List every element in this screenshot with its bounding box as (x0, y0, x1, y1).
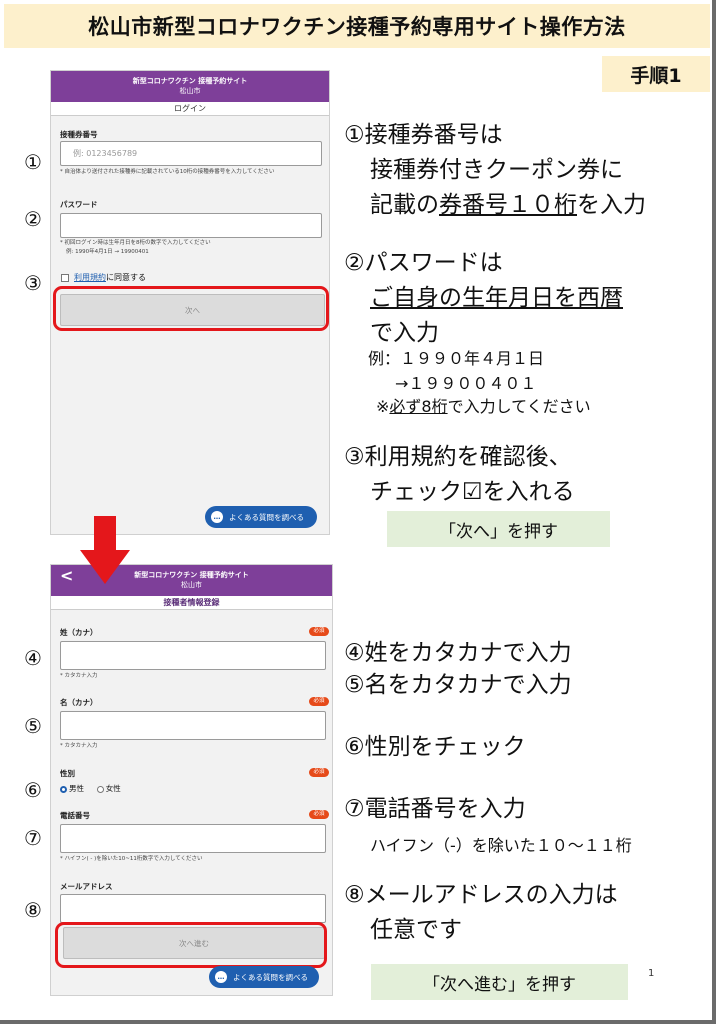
marker-8: ⑧ (24, 898, 42, 922)
instruction-2-line1: ②パスワードは (344, 250, 503, 276)
faq-button[interactable]: … よくある質問を調べる (205, 506, 317, 528)
marker-3: ③ (24, 271, 42, 295)
faq-button-label: よくある質問を調べる (233, 972, 308, 982)
instruction-8-line1: ⑧メールアドレスの入力は (344, 882, 618, 908)
instruction-8-line2: 任意です (370, 917, 462, 943)
app-header-city: 松山市 (179, 87, 201, 95)
highlight-frame (55, 922, 327, 968)
terms-link[interactable]: 利用規約 (74, 273, 106, 282)
marker-2: ② (24, 207, 42, 231)
first-name-input[interactable] (60, 711, 326, 740)
password-note: * 初回ログイン時は生年月日を8桁の数字で入力してください (60, 240, 211, 246)
marker-4: ④ (24, 646, 42, 670)
chat-icon: … (215, 971, 227, 983)
instruction-2-line3: で入力 (370, 320, 439, 346)
ticket-number-input[interactable]: 例: 0123456789 (60, 141, 322, 166)
terms-row: 利用規約に同意する (74, 272, 146, 283)
password-example-note: ※必ず8桁で入力してください (376, 397, 591, 416)
highlight-frame (53, 286, 329, 331)
phone-label: 電話番号 (60, 811, 90, 820)
instruction-2: ②パスワードは ご自身の生年月日を西暦 で入力 (344, 246, 623, 351)
instruction-2-line2: ご自身の生年月日を西暦 (370, 285, 623, 311)
email-input[interactable] (60, 894, 326, 923)
instruction-1-line3: 記載の券番号１０桁を入力 (370, 192, 646, 218)
gender-options: 男性 女性 (60, 783, 121, 794)
instruction-4: ④姓をカタカナで入力 (344, 640, 572, 666)
gender-label: 性別 (60, 769, 75, 778)
app-header-title: 新型コロナワクチン 接種予約サイト (132, 77, 248, 85)
password-input[interactable] (60, 213, 322, 238)
gender-male-radio[interactable] (60, 785, 67, 793)
required-badge: 必須 (309, 810, 329, 819)
faq-button-label: よくある質問を調べる (229, 512, 304, 522)
page-number: 1 (648, 968, 655, 979)
terms-checkbox[interactable] (61, 274, 69, 282)
required-badge: 必須 (309, 627, 329, 636)
app-header: 新型コロナワクチン 接種予約サイト 松山市 (51, 71, 329, 102)
instruction-3-line1: ③利用規約を確認後、 (344, 444, 572, 470)
instruction-5: ⑤名をカタカナで入力 (344, 672, 572, 698)
gender-female-label: 女性 (105, 784, 121, 793)
marker-6: ⑥ (24, 778, 42, 802)
last-name-note: * カタカナ入力 (60, 673, 98, 679)
last-name-label: 姓（カナ） (60, 628, 98, 637)
ticket-number-note: * 自治体より送付された接種券に記載されている10桁の接種券番号を入力してくださ… (60, 169, 275, 175)
faq-button[interactable]: … よくある質問を調べる (209, 966, 319, 988)
instruction-1-line2: 接種券付きクーポン券に (370, 157, 623, 183)
password-example-line2: →１９９００４０１ (395, 374, 537, 393)
page-title: 松山市新型コロナワクチン接種予約専用サイト操作方法 (4, 4, 710, 48)
login-subheader: ログイン (51, 102, 329, 116)
password-label: パスワード (60, 200, 98, 209)
ticket-number-label: 接種券番号 (60, 130, 98, 139)
login-screen: 新型コロナワクチン 接種予約サイト 松山市 ログイン 接種券番号 例: 0123… (50, 70, 330, 535)
press-proceed-label: 「次へ進む」を押す (371, 964, 628, 1000)
instruction-1-line1: ①接種券番号は (344, 122, 503, 148)
email-label: メールアドレス (60, 882, 113, 891)
instruction-3: ③利用規約を確認後、 チェック☑を入れる (344, 440, 575, 510)
chat-icon: … (211, 511, 223, 523)
password-example: 例: 1990年4月1日 → 19900401 (66, 249, 149, 255)
first-name-label: 名（カナ） (60, 698, 98, 707)
required-badge: 必須 (309, 697, 329, 706)
step-label: 手順1 (602, 56, 710, 92)
instruction-1: ①接種券番号は 接種券付きクーポン券に 記載の券番号１０桁を入力 (344, 118, 646, 223)
marker-7: ⑦ (24, 826, 42, 850)
phone-input[interactable] (60, 824, 326, 853)
last-name-input[interactable] (60, 641, 326, 670)
instruction-7: ⑦電話番号を入力 (344, 796, 526, 822)
down-arrow-icon (80, 516, 130, 584)
back-icon[interactable]: < (60, 568, 73, 584)
phone-note: * ハイフン( - )を除いた10~11桁数字で入力してください (60, 856, 203, 862)
registration-screen: < 新型コロナワクチン 接種予約サイト 松山市 接種者情報登録 姓（カナ） 必須… (50, 564, 333, 996)
password-example-line1: 例：１９９０年４月１日 (368, 349, 545, 368)
first-name-note: * カタカナ入力 (60, 743, 98, 749)
registration-subheader: 接種者情報登録 (51, 596, 332, 610)
instruction-6: ⑥性別をチェック (344, 734, 526, 760)
marker-1: ① (24, 150, 42, 174)
instruction-page: 松山市新型コロナワクチン接種予約専用サイト操作方法 手順1 新型コロナワクチン … (0, 0, 716, 1024)
press-next-label: 「次へ」を押す (387, 511, 610, 547)
required-badge: 必須 (309, 768, 329, 777)
marker-5: ⑤ (24, 714, 42, 738)
instruction-8: ⑧メールアドレスの入力は 任意です (344, 878, 618, 948)
gender-male-label: 男性 (69, 784, 84, 793)
terms-text: に同意する (106, 273, 146, 282)
instruction-7-note: ハイフン（-）を除いた１０～１１桁 (370, 836, 632, 855)
ticket-digits-emphasis: 券番号１０桁 (439, 192, 577, 218)
instruction-3-line2: チェック☑を入れる (370, 479, 575, 505)
gender-female-radio[interactable] (96, 785, 104, 793)
